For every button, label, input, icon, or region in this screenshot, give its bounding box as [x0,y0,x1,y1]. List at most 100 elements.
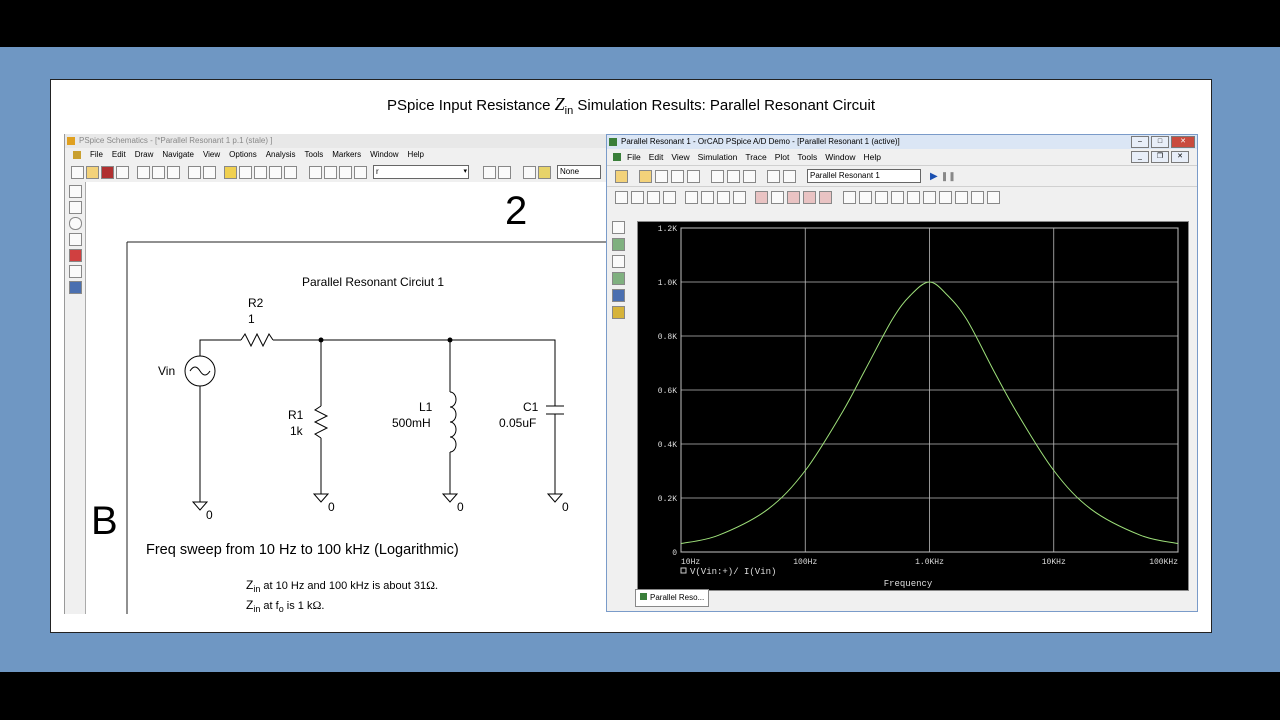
cursor-max-icon[interactable] [907,190,920,204]
box-tool-icon[interactable] [69,201,82,214]
picture-tool-icon[interactable] [69,281,82,294]
pencil-icon[interactable] [224,165,237,179]
cursor-trough-icon[interactable] [859,190,872,204]
cursor-prev-icon[interactable] [971,190,984,204]
simulation-profile-combo[interactable]: Parallel Resonant 1 [807,169,921,183]
menu-help[interactable]: Help [863,149,880,165]
zoom-out-icon[interactable] [254,165,267,179]
performance-icon[interactable] [717,190,730,204]
cursor-search-icon[interactable] [939,190,952,204]
open-folder-icon[interactable] [655,169,668,183]
add-trace-icon[interactable] [733,190,746,204]
menu-help[interactable]: Help [408,148,424,162]
draw-bus-icon[interactable] [324,165,337,179]
menu-trace[interactable]: Trace [745,149,766,165]
redo-icon[interactable] [203,165,216,179]
add-plot-icon[interactable] [755,190,768,204]
open-icon[interactable] [639,169,652,183]
fourier-icon[interactable] [701,190,714,204]
output-file-icon[interactable] [612,238,625,251]
open-folder-icon[interactable] [86,165,99,179]
evaluate-icon[interactable] [819,190,832,204]
cut-icon[interactable] [137,165,150,179]
paste-icon[interactable] [743,169,756,183]
setup-icon[interactable] [523,165,536,179]
menu-edit[interactable]: Edit [649,149,664,165]
settings-icon[interactable] [612,306,625,319]
get-part-icon[interactable] [354,165,367,179]
undo-icon[interactable] [188,165,201,179]
part-name-combo[interactable]: r ▾ [373,165,469,179]
menu-window[interactable]: Window [370,148,398,162]
new-file-icon[interactable] [71,165,84,179]
close-button[interactable]: ✕ [1171,136,1195,148]
doc-close-button[interactable]: ✕ [1171,151,1189,163]
draw-wire-icon[interactable] [309,165,322,179]
menu-file[interactable]: File [90,148,103,162]
zoom-fit-icon[interactable] [663,190,676,204]
schematic-canvas[interactable]: 2 B Parallel Resonant Circiut 1 R2 1 Vin… [86,182,610,614]
run-icon[interactable]: ▶ [930,171,938,182]
menu-options[interactable]: Options [229,148,257,162]
menu-tools[interactable]: Tools [797,149,817,165]
simulate-icon[interactable] [612,221,625,234]
copy-icon[interactable] [727,169,740,183]
zoom-in-icon[interactable] [239,165,252,179]
redo-icon[interactable] [783,169,796,183]
menu-view[interactable]: View [671,149,689,165]
cut-icon[interactable] [711,169,724,183]
print-icon[interactable] [687,169,700,183]
arc-tool-icon[interactable] [69,233,82,246]
zoom-out-icon[interactable] [631,190,644,204]
doc-restore-button[interactable]: ❐ [1151,151,1169,163]
doc-minimize-button[interactable]: _ [1131,151,1149,163]
undo-icon[interactable] [767,169,780,183]
print-icon[interactable] [116,165,129,179]
zoom-area-icon[interactable] [647,190,660,204]
zoom-area-icon[interactable] [269,165,282,179]
menu-markers[interactable]: Markers [332,148,361,162]
menu-window[interactable]: Window [825,149,855,165]
draw-block-icon[interactable] [339,165,352,179]
new-icon[interactable] [615,169,628,183]
log-x-icon[interactable] [685,190,698,204]
edit-symbol-icon[interactable] [498,165,511,179]
cursor-point-icon[interactable] [923,190,936,204]
save-icon[interactable] [671,169,684,183]
menu-plot[interactable]: Plot [775,149,790,165]
window-icon[interactable] [612,272,625,285]
menu-navigate[interactable]: Navigate [162,148,194,162]
tab-parallel-resonant[interactable]: Parallel Reso... [635,589,710,607]
cursor-next-icon[interactable] [955,190,968,204]
menu-file[interactable]: File [627,149,641,165]
cursor-min-icon[interactable] [891,190,904,204]
probe-icon[interactable] [612,255,625,268]
toggle-cursor-icon[interactable] [771,190,784,204]
save-icon[interactable] [101,165,114,179]
zoom-in-icon[interactable] [615,190,628,204]
maximize-button[interactable]: □ [1151,136,1169,148]
edit-attributes-icon[interactable] [483,165,496,179]
minimize-button[interactable]: – [1131,136,1149,148]
zoom-fit-icon[interactable] [284,165,297,179]
cursor-label-icon[interactable] [987,190,1000,204]
menu-edit[interactable]: Edit [112,148,126,162]
menu-analysis[interactable]: Analysis [266,148,296,162]
cursor-peak-icon[interactable] [843,190,856,204]
marker-icon[interactable] [803,190,816,204]
menu-view[interactable]: View [203,148,220,162]
mark-label-icon[interactable] [787,190,800,204]
menu-draw[interactable]: Draw [135,148,154,162]
cursor-slope-icon[interactable] [875,190,888,204]
pause-icon[interactable]: ❚❚ [941,171,956,182]
circle-tool-icon[interactable] [69,217,82,230]
copy-icon[interactable] [152,165,165,179]
none-combo[interactable]: None [557,165,601,179]
paste-icon[interactable] [167,165,180,179]
plot-area[interactable]: 0 0.2K 0.4K 0.6K 0.8K 1.0K 1.2K 10Hz 100Hz 1.0KH… [637,221,1189,591]
simulate-icon[interactable] [538,165,551,179]
menu-tools[interactable]: Tools [305,148,324,162]
textbox-tool-icon[interactable] [69,265,82,278]
text-tool-icon[interactable] [69,249,82,262]
line-tool-icon[interactable] [69,185,82,198]
